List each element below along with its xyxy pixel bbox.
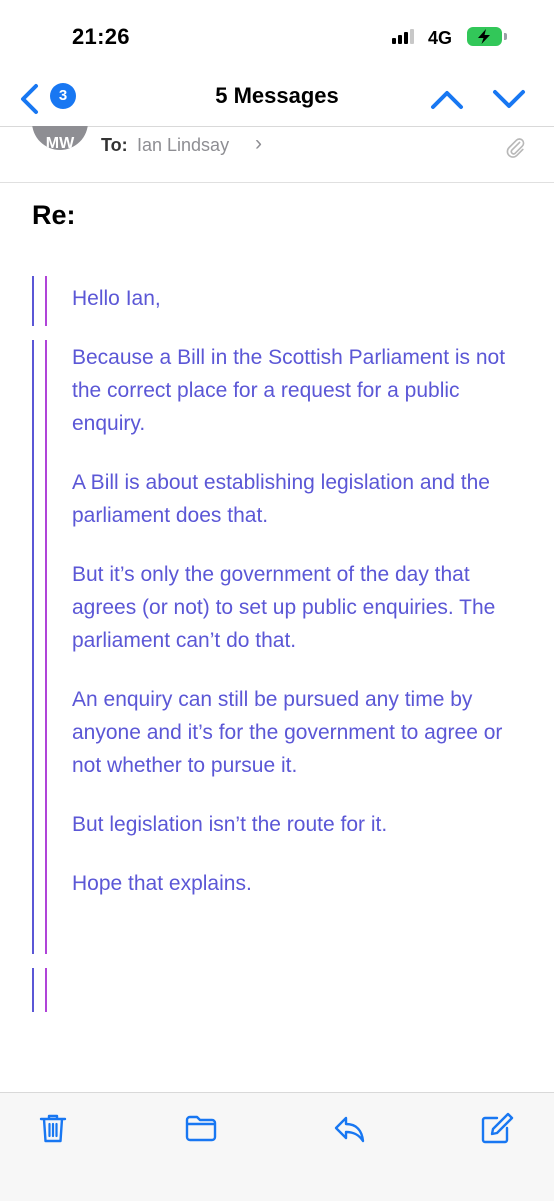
chevron-up-icon[interactable] — [428, 84, 466, 114]
closing: Hope that explains. — [72, 872, 252, 895]
folder-icon[interactable] — [184, 1111, 218, 1145]
trash-icon[interactable] — [36, 1111, 70, 1145]
body-paragraph: A Bill is about establishing legislation… — [72, 471, 490, 527]
quote-bar — [32, 276, 34, 326]
recipient-name[interactable]: Ian Lindsay — [137, 135, 229, 156]
network-type: 4G — [428, 28, 453, 48]
quote-bar — [45, 968, 47, 1012]
navigation-bar: 3 5 Messages — [0, 70, 554, 127]
to-label: To: — [101, 135, 128, 155]
quote-bar — [32, 340, 34, 954]
body-paragraph: But it’s only the government of the day … — [72, 563, 496, 652]
quote-bar — [45, 276, 47, 326]
bottom-toolbar — [0, 1092, 554, 1201]
quote-bar — [32, 968, 34, 1012]
recipient-chevron[interactable]: › — [255, 132, 262, 156]
chevron-down-icon[interactable] — [490, 84, 528, 114]
charging-bolt-icon — [478, 29, 490, 44]
battery-icon — [467, 27, 502, 46]
message-header: MW To: Ian Lindsay › — [0, 126, 554, 183]
status-bar: 21:26 4G — [0, 0, 554, 70]
body-paragraph: An enquiry can still be pursued any time… — [72, 688, 503, 777]
body-paragraph: But legislation isn’t the route for it. — [72, 813, 388, 836]
body-paragraph: Because a Bill in the Scottish Parliamen… — [72, 346, 506, 435]
status-time: 21:26 — [72, 24, 130, 49]
quote-bar — [45, 340, 47, 954]
greeting: Hello Ian, — [72, 287, 161, 310]
message-subject: Re: — [32, 200, 76, 230]
page-title: 5 Messages — [215, 83, 339, 108]
reply-icon[interactable] — [332, 1111, 366, 1145]
compose-icon[interactable] — [480, 1111, 514, 1145]
avatar[interactable]: MW — [32, 126, 88, 150]
battery-cap — [504, 33, 507, 40]
message-body: Hello Ian, Because a Bill in the Scottis… — [72, 282, 532, 900]
signal-icon — [392, 29, 414, 44]
paperclip-icon[interactable] — [504, 136, 526, 158]
